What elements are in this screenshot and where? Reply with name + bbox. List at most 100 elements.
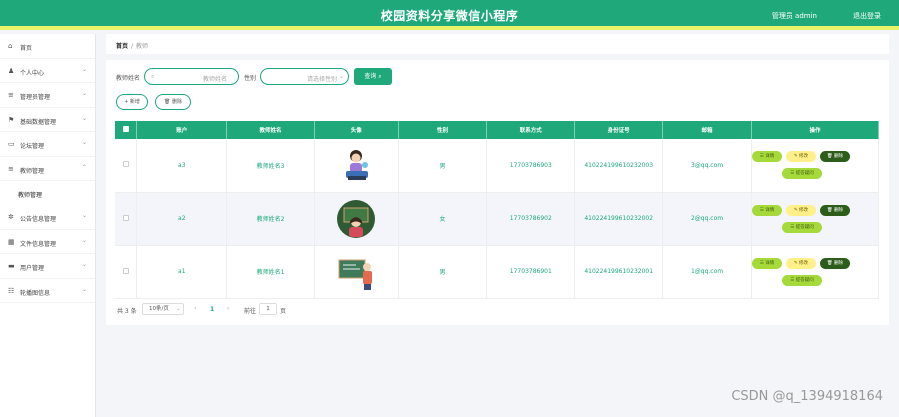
gear-icon: ✲ — [8, 213, 14, 221]
chevron-down-icon: ⌄ — [339, 73, 345, 80]
cell-teacher-name: 教师姓名2 — [226, 192, 315, 246]
gender-select[interactable]: 请选择性别 ⌄ — [260, 68, 349, 85]
modify-button[interactable]: ✎ 修改 — [785, 257, 816, 269]
chevron-down-icon: ⌄ — [81, 114, 87, 122]
row-select-cell[interactable] — [115, 192, 138, 246]
monitor-icon: ▬ — [8, 262, 15, 270]
cell-actions: ☰ 详情 ✎ 修改 🗑 删除 ☰ 提答疑问 — [751, 139, 880, 193]
watermark: CSDN @q_1394918164 — [731, 389, 883, 404]
teacher-avatar-image — [337, 199, 376, 238]
search-button[interactable]: 查询 ⌕ — [354, 68, 392, 85]
add-button[interactable]: + 新增 — [116, 94, 148, 110]
flag-icon: ⚑ — [8, 115, 15, 124]
row-delete-button[interactable]: 🗑 删除 — [819, 151, 850, 163]
row-actions: ☰ 详情 ✎ 修改 🗑 删除 ☰ 提答疑问 — [751, 145, 878, 185]
cell-actions: ☰ 详情 ✎ 修改 🗑 删除 ☰ 提答疑问 — [751, 245, 880, 299]
modify-button[interactable]: ✎ 修改 — [785, 204, 816, 216]
breadcrumb-separator: / — [131, 43, 134, 50]
grid-icon: ▦ — [8, 237, 15, 246]
sidebar-subitem-teacher[interactable]: 教师管理 — [0, 181, 95, 205]
gender-placeholder: 请选择性别 — [307, 76, 338, 83]
col-account: 账户 — [136, 121, 228, 139]
sidebar-item-label: 基础数据管理 — [20, 118, 57, 126]
search-icon: ⌕ — [151, 73, 155, 80]
prev-page-button[interactable]: ‹ — [194, 305, 196, 312]
cell-id-number: 410224199610232001 — [574, 245, 664, 299]
list-icon: ≡ — [8, 91, 14, 99]
col-email: 邮箱 — [662, 121, 752, 139]
teacher-name-label: 教师姓名 — [116, 75, 141, 82]
sidebar-item-carousel[interactable]: ☷ 轮播图信息 ⌄ — [0, 279, 95, 303]
modify-button[interactable]: ✎ 修改 — [785, 151, 816, 163]
cell-contact: 17703786903 — [486, 139, 576, 193]
sidebar-item-file[interactable]: ▦ 文件信息管理 ⌄ — [0, 230, 95, 254]
sidebar-item-label: 论坛管理 — [20, 143, 45, 150]
row-checkbox[interactable] — [122, 267, 129, 274]
chevron-down-icon: ⌄ — [81, 285, 87, 293]
forum-icon: ▭ — [8, 140, 15, 148]
teacher-table: 账户 教师姓名 头像 性别 联系方式 身份证号 邮箱 操作 a3 教师姓名3 男… — [115, 121, 880, 299]
sidebar-item-home[interactable]: ⌂ 首页 — [0, 34, 95, 59]
sidebar-item-personal-center[interactable]: ♟ 个人中心 ⌄ — [0, 59, 95, 83]
row-checkbox[interactable] — [122, 161, 129, 168]
row-checkbox[interactable] — [122, 214, 129, 221]
teacher-name-input[interactable]: ⌕ 教师姓名 — [144, 68, 239, 85]
detail-button[interactable]: ☰ 详情 — [751, 151, 782, 163]
chevron-down-icon: ⌄ — [176, 306, 181, 312]
content-panel: 教师姓名 ⌕ 教师姓名 性别 请选择性别 ⌄ 查询 ⌕ + 新增 🗑 删除 账户… — [106, 60, 889, 325]
cell-account: a2 — [136, 192, 228, 246]
main-content: 首页 / 教师 教师姓名 ⌕ 教师姓名 性别 请选择性别 ⌄ 查询 ⌕ + 新增 🗑… — [106, 34, 889, 325]
cell-email: 3@qq.com — [662, 139, 752, 193]
detail-button[interactable]: ☰ 详情 — [751, 204, 782, 216]
breadcrumb-home[interactable]: 首页 — [116, 43, 128, 50]
next-page-button[interactable]: › — [227, 305, 229, 312]
row-actions: ☰ 详情 ✎ 修改 🗑 删除 ☰ 提答疑问 — [751, 252, 878, 292]
select-all-cell[interactable] — [115, 121, 138, 139]
cell-account: a1 — [136, 245, 228, 299]
goto-page-input[interactable]: 1 — [259, 303, 277, 315]
sidebar-subitem-label: 教师管理 — [18, 192, 43, 199]
sidebar-item-notice[interactable]: ✲ 公告信息管理 ⌄ — [0, 205, 95, 230]
table-row: a2 教师姓名2 女 17703786902 41022419961023200… — [115, 192, 880, 246]
table-header-row: 账户 教师姓名 头像 性别 联系方式 身份证号 邮箱 操作 — [115, 121, 880, 139]
sidebar-item-base-data[interactable]: ⚑ 基础数据管理 ⌄ — [0, 108, 95, 132]
teacher-avatar-image — [336, 251, 377, 292]
pagination: 共 3 条 10条/页 ⌄ ‹ 1 › 前往 1 页 — [117, 303, 517, 320]
row-select-cell[interactable] — [115, 139, 138, 193]
delete-button[interactable]: 🗑 删除 — [155, 94, 191, 110]
table-row: a3 教师姓名3 男 17703786903 41022419961023200… — [115, 139, 880, 193]
sidebar-item-label: 文件信息管理 — [20, 240, 57, 248]
teacher-avatar-image — [336, 145, 377, 186]
gender-label: 性别 — [244, 75, 257, 82]
select-all-checkbox[interactable] — [122, 126, 129, 132]
page-size-select[interactable]: 10条/页 ⌄ — [142, 303, 184, 315]
col-id-number: 身份证号 — [574, 121, 664, 139]
sidebar-item-teacher-management[interactable]: ≡ 教师管理 ⌃ — [0, 157, 95, 181]
cell-email: 1@qq.com — [662, 245, 752, 299]
answer-question-button[interactable]: ☰ 提答疑问 — [781, 274, 822, 286]
cell-teacher-name: 教师姓名1 — [226, 245, 315, 299]
sidebar-item-label: 管理员管理 — [20, 94, 51, 101]
cell-gender: 男 — [398, 139, 488, 193]
user-icon: ♟ — [8, 66, 15, 75]
cell-avatar — [314, 245, 399, 299]
answer-question-button[interactable]: ☰ 提答疑问 — [781, 221, 822, 233]
row-delete-button[interactable]: 🗑 删除 — [819, 204, 850, 216]
row-actions: ☰ 详情 ✎ 修改 🗑 删除 ☰ 提答疑问 — [751, 199, 878, 239]
breadcrumb: 首页 / 教师 — [106, 34, 889, 54]
row-select-cell[interactable] — [115, 245, 138, 299]
cell-gender: 男 — [398, 245, 488, 299]
logout-link[interactable]: 退出登录 — [853, 11, 881, 21]
sidebar-item-forum[interactable]: ▭ 论坛管理 ⌄ — [0, 132, 95, 157]
detail-button[interactable]: ☰ 详情 — [751, 257, 782, 269]
cell-teacher-name: 教师姓名3 — [226, 139, 315, 193]
sidebar-item-admin-management[interactable]: ≡ 管理员管理 ⌄ — [0, 83, 95, 108]
current-page-number[interactable]: 1 — [210, 306, 214, 313]
row-delete-button[interactable]: 🗑 删除 — [819, 257, 850, 269]
sidebar-item-user[interactable]: ▬ 用户管理 ⌄ — [0, 254, 95, 279]
sidebar-item-label: 个人中心 — [20, 69, 45, 77]
teacher-name-placeholder: 教师姓名 — [203, 76, 228, 83]
answer-question-button[interactable]: ☰ 提答疑问 — [781, 168, 822, 180]
cell-contact: 17703786902 — [486, 192, 576, 246]
chevron-down-icon: ⌄ — [81, 90, 87, 97]
